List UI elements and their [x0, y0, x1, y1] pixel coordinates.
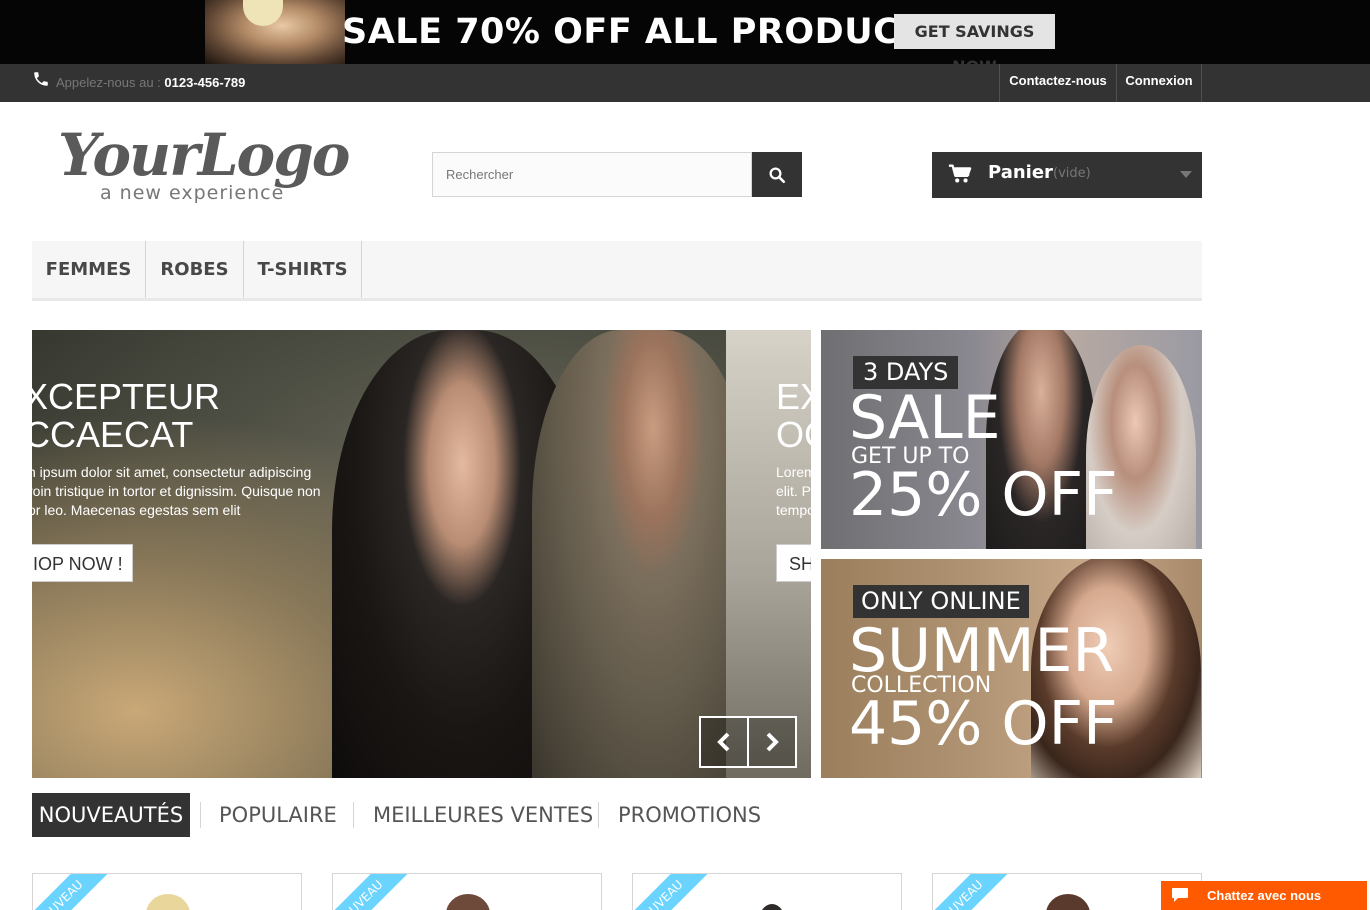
promo-banner[interactable]: SALE 70% OFF ALL PRODUCTS GET SAVINGS NO…: [0, 0, 1370, 76]
chevron-right-icon: [766, 732, 779, 752]
next-slide-description: Lorem elit. P tempo: [776, 464, 811, 518]
banner-tag: ONLY ONLINE: [853, 585, 1029, 618]
product-image: [146, 894, 190, 910]
tab-divider: [200, 802, 201, 828]
product-image: [446, 894, 490, 910]
slider-prev-button[interactable]: [699, 716, 749, 768]
page: SALE 70% OFF ALL PRODUCTS GET SAVINGS NO…: [0, 0, 1370, 910]
chevron-down-icon: [1180, 171, 1192, 178]
tab-promotions[interactable]: PROMOTIONS: [618, 793, 761, 837]
tab-popular[interactable]: POPULAIRE: [219, 793, 337, 837]
slide-title: XCEPTEUR CCAECAT: [32, 376, 221, 455]
chevron-left-icon: [717, 732, 730, 752]
menu-item-femmes[interactable]: FEMMES: [32, 241, 146, 298]
search-form: [432, 152, 802, 197]
chat-bubble-icon: [1172, 888, 1188, 902]
tab-divider: [598, 802, 599, 828]
promo-text: SALE 70% OFF ALL PRODUCTS: [342, 12, 950, 52]
new-ribbon: UVEAU: [33, 874, 122, 910]
next-slide-title: EX OC: [776, 376, 811, 455]
menu-item-tshirts[interactable]: T-SHIRTS: [244, 241, 362, 298]
promo-banner-sale[interactable]: 3 DAYS SALE GET UP TO 25% OFF: [821, 330, 1202, 549]
new-ribbon: UVEAU: [933, 874, 1022, 910]
logo-text: YourLogo: [58, 121, 350, 189]
slide-model-man: [532, 330, 752, 778]
banner-headline: SUMMER: [849, 616, 1115, 686]
menu-item-robes[interactable]: ROBES: [146, 241, 244, 298]
phone-number: 0123-456-789: [164, 75, 246, 90]
promo-model-photo: [205, 0, 345, 64]
search-icon: [769, 167, 786, 183]
main-menu: FEMMES ROBES T-SHIRTS: [32, 241, 1202, 301]
live-chat-button[interactable]: Chattez avec nous: [1161, 881, 1367, 910]
search-input[interactable]: [432, 152, 752, 197]
cart-status: (vide): [1053, 166, 1091, 181]
banner-discount: 25% OFF: [849, 460, 1118, 530]
homepage-slider[interactable]: XCEPTEUR CCAECAT n ipsum dolor sit amet,…: [32, 330, 811, 778]
chat-label: Chattez avec nous: [1207, 888, 1322, 903]
shop-now-button[interactable]: IOP NOW !: [32, 544, 133, 582]
get-savings-button[interactable]: GET SAVINGS NOW: [894, 14, 1055, 76]
banner-headline: SALE: [849, 383, 1001, 453]
next-slide-button[interactable]: SH: [776, 544, 811, 582]
product-card[interactable]: UVEAU: [332, 873, 602, 910]
banner-discount: 45% OFF: [849, 689, 1118, 759]
slider-next-button[interactable]: [747, 716, 797, 768]
logo-tagline: a new experience: [100, 182, 285, 204]
phone-icon: [34, 72, 48, 86]
call-us-label: Appelez-nous au :: [56, 75, 161, 90]
cart-icon: [948, 164, 972, 183]
product-card[interactable]: UVEAU: [632, 873, 902, 910]
contact-link[interactable]: Contactez-nous: [999, 64, 1116, 102]
cart-dropdown[interactable]: Panier (vide): [932, 152, 1202, 198]
product-image: [1046, 894, 1090, 910]
login-link[interactable]: Connexion: [1116, 64, 1202, 102]
slide-description: n ipsum dolor sit amet, consectetur adip…: [32, 464, 321, 518]
search-button[interactable]: [752, 152, 802, 197]
promo-banner-summer[interactable]: ONLY ONLINE SUMMER COLLECTION 45% OFF: [821, 559, 1202, 778]
call-us-text: Appelez-nous au : 0123-456-789: [56, 75, 245, 90]
new-ribbon: UVEAU: [333, 874, 422, 910]
site-logo[interactable]: YourLogo a new experience: [58, 121, 350, 212]
product-card[interactable]: UVEAU: [32, 873, 302, 910]
tab-new-arrivals[interactable]: NOUVEAUTÉS: [32, 793, 190, 837]
cart-label: Panier: [988, 162, 1053, 183]
new-ribbon: UVEAU: [633, 874, 722, 910]
tab-best-sellers[interactable]: MEILLEURES VENTES: [373, 793, 593, 837]
tab-divider: [353, 802, 354, 828]
product-image: [758, 904, 786, 910]
